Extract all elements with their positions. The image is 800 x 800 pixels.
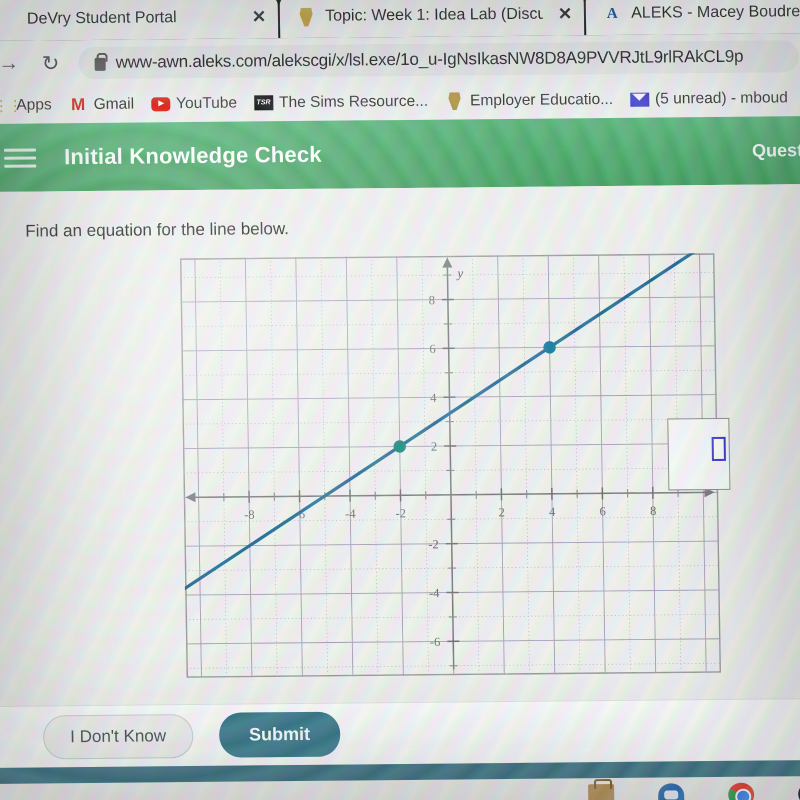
screenshot-root: DeVry Student Portal ✕ Topic: Week 1: Id… xyxy=(0,0,800,800)
question-prompt: Find an equation for the line below. xyxy=(25,219,290,241)
lock-icon xyxy=(94,57,106,71)
page-title: Initial Knowledge Check xyxy=(63,141,322,170)
i-dont-know-button[interactable]: I Don't Know xyxy=(42,713,194,759)
submit-button[interactable]: Submit xyxy=(218,711,341,758)
page-body: Initial Knowledge Check Questi Find an e… xyxy=(0,116,800,800)
laptop-screen: DeVry Student Portal ✕ Topic: Week 1: Id… xyxy=(0,0,800,800)
grid-line-major-v xyxy=(598,254,606,675)
grid-line-major-v xyxy=(345,256,354,677)
bookmark-sims-resource[interactable]: TSR The Sims Resource... xyxy=(253,92,429,113)
knight-shield-icon xyxy=(445,91,464,110)
close-icon[interactable]: ✕ xyxy=(246,7,267,27)
y-tick-label: 2 xyxy=(431,440,437,454)
y-axis-arrow-up xyxy=(442,257,453,268)
grid-line-v xyxy=(219,257,228,678)
bookmark-gmail[interactable]: M Gmail xyxy=(68,95,134,115)
y-tick-label: 6 xyxy=(429,342,435,356)
grid-line-v xyxy=(472,255,480,676)
browser-tab-devry[interactable]: DeVry Student Portal ✕ xyxy=(0,0,279,42)
browser-toolbar: → ↻ www-awn.aleks.com/alekscgi/x/lsl.exe… xyxy=(0,33,800,88)
grid-line-v xyxy=(522,254,530,675)
coordinate-graph: yx-8-6-4-224688642-2-4-6 xyxy=(180,252,731,678)
x-axis xyxy=(189,491,709,499)
os-taskbar xyxy=(0,759,800,800)
grid-line-v xyxy=(270,257,278,678)
grid-line-major-v xyxy=(547,254,556,675)
x-tick-label: -2 xyxy=(395,506,406,520)
tab-title: Topic: Week 1: Idea Lab (Discussi xyxy=(325,5,544,25)
onedrive-icon[interactable] xyxy=(658,783,685,800)
url-text: www-awn.aleks.com/alekscgi/x/lsl.exe/1o_… xyxy=(115,46,744,72)
x-tick-label: -4 xyxy=(345,507,356,521)
grid-line-v xyxy=(623,253,631,674)
hamburger-icon[interactable] xyxy=(3,148,37,168)
grid-line-major-v xyxy=(497,255,505,676)
grid-line-v xyxy=(320,256,328,677)
x-tick-label: 8 xyxy=(650,504,656,518)
question-counter: Questi xyxy=(751,139,800,161)
tab-favicon xyxy=(0,10,18,30)
graph-svg: yx-8-6-4-224688642-2-4-6 xyxy=(180,252,722,678)
bookmark-label: YouTube xyxy=(175,94,238,112)
grid-line-major-v xyxy=(244,257,253,678)
bookmark-employer-education[interactable]: Employer Educatio... xyxy=(445,90,613,111)
y-tick-label: -6 xyxy=(430,635,441,649)
bookmark-label: Apps xyxy=(16,95,52,114)
bookmark-label: Gmail xyxy=(93,95,135,113)
y-tick-label: -2 xyxy=(428,537,439,551)
browser-tab-idea-lab[interactable]: Topic: Week 1: Idea Lab (Discussi ✕ xyxy=(279,0,585,39)
folder-icon[interactable] xyxy=(588,783,615,800)
action-bar: I Don't Know Submit xyxy=(0,697,800,768)
y-tick-label: 8 xyxy=(429,293,435,307)
bookmark-label: (5 unread) - mboud xyxy=(654,88,788,108)
apps-grid-icon: ⋮⋮⋮ xyxy=(0,97,22,115)
bookmark-apps[interactable]: ⋮⋮⋮ Apps xyxy=(0,95,52,115)
tsr-icon: TSR xyxy=(253,93,274,112)
address-bar[interactable]: www-awn.aleks.com/alekscgi/x/lsl.exe/1o_… xyxy=(78,40,799,80)
x-axis-arrow-left xyxy=(185,492,196,503)
grid-line-major-v xyxy=(396,256,404,676)
grid-line-major-v xyxy=(295,257,303,677)
grid-line-v xyxy=(573,254,581,675)
answer-text-caret[interactable] xyxy=(711,436,726,462)
grid-line-major-v xyxy=(194,257,202,678)
tab-title: ALEKS - Macey Boudreau xyxy=(631,3,800,22)
forward-icon[interactable]: → xyxy=(0,50,23,78)
x-tick-label: -8 xyxy=(244,508,255,522)
grid-line-v xyxy=(421,255,429,676)
tab-title: DeVry Student Portal xyxy=(26,9,177,28)
aleks-a-icon: A xyxy=(606,5,618,22)
youtube-icon xyxy=(151,94,171,113)
bookmark-mail-unread[interactable]: (5 unread) - mboud xyxy=(629,88,788,109)
gmail-icon: M xyxy=(70,94,86,114)
x-tick-label: 2 xyxy=(498,505,504,519)
y-tick-label: -4 xyxy=(429,586,440,600)
app-header: Initial Knowledge Check Questi xyxy=(0,116,800,193)
mail-icon xyxy=(629,90,650,109)
bookmark-label: The Sims Resource... xyxy=(278,92,429,111)
y-axis-label: y xyxy=(455,265,463,280)
answer-input-box[interactable] xyxy=(667,417,731,491)
y-tick-label: 4 xyxy=(430,391,437,405)
browser-tab-aleks[interactable]: A ALEKS - Macey Boudreau xyxy=(585,0,800,36)
bookmark-label: Employer Educatio... xyxy=(469,90,614,109)
grid-line-major-v xyxy=(648,253,657,674)
x-tick-label: 6 xyxy=(599,504,605,518)
x-tick-label: 4 xyxy=(549,505,556,519)
reload-icon[interactable]: ↻ xyxy=(36,49,64,77)
knight-shield-icon xyxy=(296,7,316,27)
close-icon[interactable]: ✕ xyxy=(552,4,573,24)
chrome-icon[interactable] xyxy=(728,782,755,800)
bookmark-youtube[interactable]: YouTube xyxy=(151,94,237,114)
